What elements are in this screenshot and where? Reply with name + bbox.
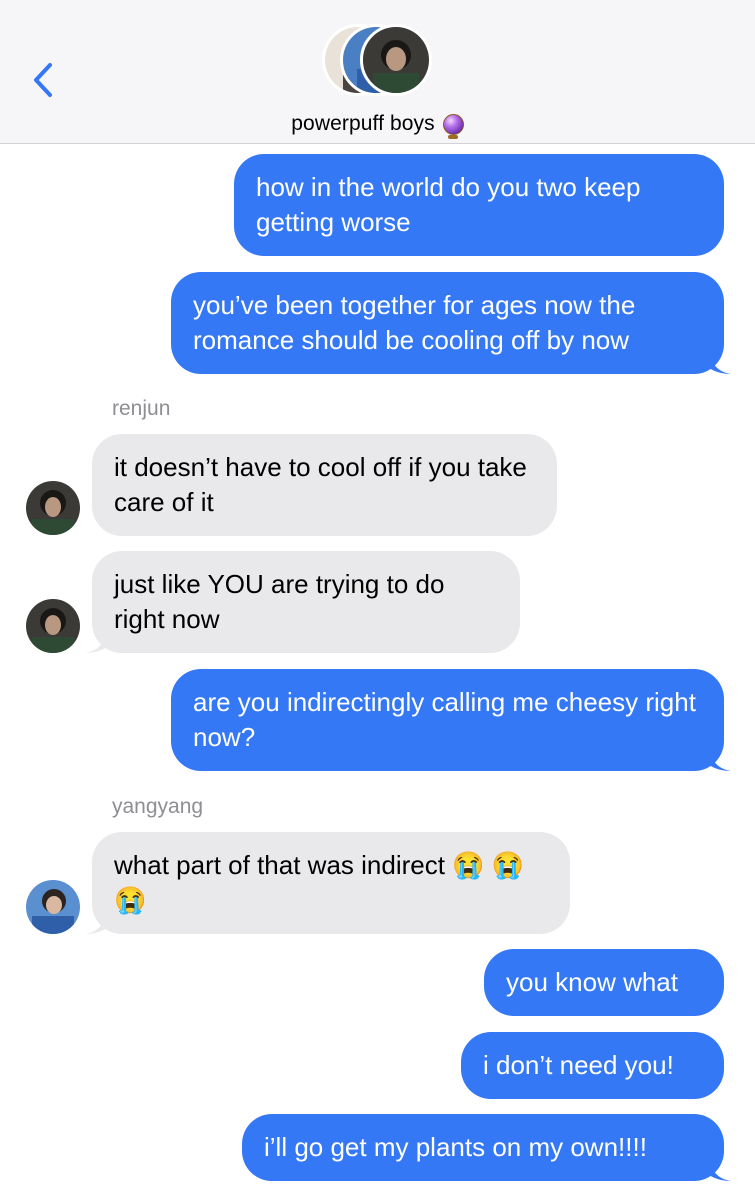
sender-avatar[interactable]: [26, 481, 80, 535]
conversation-header: powerpuff boys: [0, 0, 755, 144]
group-member-avatar: [360, 24, 432, 96]
back-chevron-icon[interactable]: [28, 60, 62, 100]
message-text: it doesn’t have to cool off if you take …: [114, 452, 527, 517]
message-text: you know what: [506, 967, 678, 997]
sender-name: yangyang: [112, 795, 204, 818]
message-text: how in the world do you two keep getting…: [256, 172, 641, 237]
message-text: i’ll go get my plants on my own!!!!: [264, 1132, 647, 1162]
bubble-tail: [85, 914, 107, 934]
message-text: what part of that was indirect 😭 😭 😭: [114, 850, 525, 915]
sent-message-bubble[interactable]: you know what: [484, 949, 724, 1016]
group-avatars[interactable]: [322, 22, 436, 98]
sent-message-bubble[interactable]: how in the world do you two keep getting…: [234, 154, 724, 256]
conversation-title-text: powerpuff boys: [291, 112, 435, 135]
crystal-ball-icon: [442, 113, 464, 139]
conversation-title[interactable]: powerpuff boys: [0, 112, 755, 139]
bubble-tail: [709, 354, 731, 374]
sent-message-bubble[interactable]: i’ll go get my plants on my own!!!!: [242, 1114, 731, 1181]
received-message-bubble[interactable]: what part of that was indirect 😭 😭 😭: [85, 832, 570, 934]
message-text: are you indirectingly calling me cheesy …: [193, 687, 696, 752]
message-text: you’ve been together for ages now the ro…: [193, 290, 636, 355]
message-text: just like YOU are trying to do right now: [114, 569, 445, 634]
sender-avatar[interactable]: [26, 599, 80, 653]
sender-name: renjun: [112, 397, 171, 420]
received-message-bubble[interactable]: it doesn’t have to cool off if you take …: [92, 434, 557, 536]
sent-message-bubble[interactable]: are you indirectingly calling me cheesy …: [171, 669, 731, 771]
bubble-tail: [709, 1161, 731, 1181]
message-text: i don’t need you!: [483, 1050, 674, 1080]
sent-message-bubble[interactable]: you’ve been together for ages now the ro…: [171, 272, 731, 374]
bubble-tail: [85, 633, 107, 653]
bubble-tail: [709, 751, 731, 771]
sender-avatar[interactable]: [26, 880, 80, 934]
received-message-bubble[interactable]: just like YOU are trying to do right now: [85, 551, 520, 653]
sent-message-bubble[interactable]: i don’t need you!: [461, 1032, 724, 1099]
